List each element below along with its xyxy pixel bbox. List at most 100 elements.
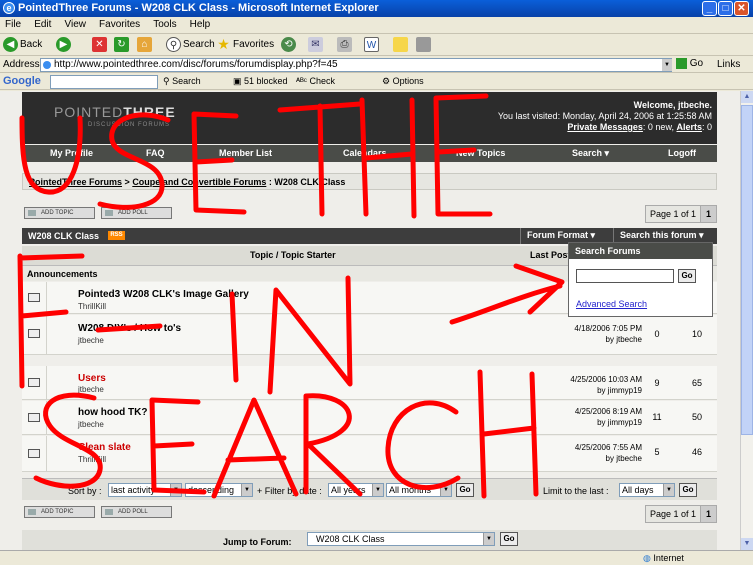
back-button[interactable]: ◀ Back — [3, 36, 42, 54]
messenger-button[interactable] — [416, 36, 433, 54]
menu-tools[interactable]: Tools — [148, 17, 181, 32]
filter-by-date-label: + Filter by date : — [257, 486, 322, 496]
advanced-search-link[interactable]: Advanced Search — [576, 299, 647, 309]
nav-calendars[interactable]: Calendars — [343, 148, 387, 158]
topic-title[interactable]: Pointed3 W208 CLK's Image Gallery — [78, 289, 249, 300]
reply-count[interactable]: 11 — [646, 412, 668, 422]
reply-count[interactable]: 5 — [646, 447, 668, 457]
globe-icon: ◍ — [643, 553, 654, 563]
page-1-button[interactable]: 1 — [700, 506, 717, 522]
topic-starter[interactable]: jtbeche — [78, 336, 104, 345]
site-logo[interactable]: POINTEDTHREE — [54, 104, 176, 120]
discuss-button[interactable] — [393, 36, 410, 54]
links-button[interactable]: Links — [717, 59, 740, 70]
address-input[interactable]: http://www.pointedthree.com/disc/forums/… — [40, 58, 672, 72]
vertical-scrollbar[interactable]: ▲ ▼ — [740, 91, 753, 550]
topic-starter[interactable]: ThrillKill — [78, 302, 106, 311]
topic-starter[interactable]: jtbeche — [78, 420, 104, 429]
table-row[interactable]: how hood TK? jtbeche 4/25/2006 8:19 AM by… — [22, 401, 717, 435]
mail-icon: ✉ — [308, 36, 323, 52]
google-toolbar: Google ⚲ Search ▣ 51 blocked ᴬᴮᶜ Check ⚙… — [0, 74, 753, 90]
alerts-link[interactable]: Alerts — [676, 122, 702, 132]
topic-starter[interactable]: jtbeche — [78, 385, 104, 394]
table-row[interactable]: Clean slate ThrillKill 4/25/2006 7:55 AM… — [22, 436, 717, 472]
days-filter-select[interactable]: All days ▼ — [619, 483, 675, 497]
nav-my-profile[interactable]: My Profile — [50, 148, 93, 158]
month-filter-select[interactable]: All months ▼ — [386, 483, 452, 497]
popup-blocker-button[interactable]: ▣ 51 blocked — [233, 76, 288, 87]
nav-member-list[interactable]: Member List — [219, 148, 272, 158]
refresh-icon: ↻ — [114, 36, 129, 52]
chevron-down-icon: ▼ — [440, 484, 451, 496]
scroll-thumb[interactable] — [741, 105, 753, 435]
menu-help[interactable]: Help — [185, 17, 216, 32]
rss-icon[interactable]: RSS — [108, 231, 125, 240]
edit-button[interactable]: W — [364, 36, 381, 54]
breadcrumb-current: : W208 CLK Class — [268, 177, 346, 187]
sort-field-select[interactable]: last activity ▼ — [108, 483, 182, 497]
add-poll-button[interactable]: ADD POLL — [101, 207, 172, 219]
add-poll-button-bottom[interactable]: ADD POLL — [101, 506, 172, 518]
refresh-button[interactable]: ↻ — [114, 36, 131, 54]
topic-starter[interactable]: ThrillKill — [78, 455, 106, 464]
topic-title[interactable]: Users — [78, 373, 106, 384]
topic-title[interactable]: Clean slate — [78, 442, 131, 453]
nav-search[interactable]: Search ▾ — [572, 148, 609, 159]
google-search-input[interactable] — [50, 75, 158, 89]
table-row[interactable]: W208 DIY's / How to's jtbeche 4/18/2006 … — [22, 315, 717, 355]
reply-count[interactable]: 0 — [646, 329, 668, 339]
view-count: 10 — [691, 329, 702, 339]
year-filter-select[interactable]: All years ▼ — [328, 483, 384, 497]
favorites-button[interactable]: ★ Favorites — [216, 36, 274, 54]
breadcrumb-category[interactable]: Coupe and Convertible Forums — [132, 177, 266, 187]
forward-button[interactable]: ▶ — [56, 36, 73, 54]
go-arrow-icon — [676, 58, 687, 69]
mail-button[interactable]: ✉ — [308, 36, 325, 54]
search-button[interactable]: ⚲ Search — [166, 36, 215, 54]
page-1-button[interactable]: 1 — [700, 206, 717, 222]
nav-new-topics[interactable]: New Topics — [456, 148, 505, 158]
forum-search-input[interactable] — [576, 269, 674, 283]
menu-file[interactable]: File — [0, 17, 26, 32]
menu-edit[interactable]: Edit — [29, 17, 56, 32]
jump-go-button[interactable]: Go — [500, 532, 518, 546]
stop-button[interactable]: ✕ — [92, 36, 109, 54]
sort-order-select[interactable]: descending ▼ — [185, 483, 253, 497]
add-topic-button[interactable]: ADD TOPIC — [24, 207, 95, 219]
jump-label: Jump to Forum: — [223, 537, 292, 547]
nav-faq[interactable]: FAQ — [146, 148, 165, 158]
column-last-post[interactable]: Last Post — [530, 250, 571, 260]
google-options-button[interactable]: ⚙ Options — [382, 76, 424, 87]
google-logo[interactable]: Google — [3, 75, 41, 87]
spell-check-button[interactable]: ᴬᴮᶜ Check — [296, 76, 335, 86]
home-button[interactable]: ⌂ — [137, 36, 154, 54]
menu-favorites[interactable]: Favorites — [94, 17, 145, 32]
print-button[interactable]: ⎙ — [337, 36, 354, 54]
word-icon: W — [364, 36, 379, 52]
menu-bar: File Edit View Favorites Tools Help — [0, 17, 753, 34]
jump-forum-select[interactable]: W208 CLK Class ▼ — [307, 532, 495, 546]
breadcrumb-root[interactable]: PointedThree Forums — [29, 177, 122, 187]
limit-go-button[interactable]: Go — [679, 483, 697, 497]
menu-view[interactable]: View — [59, 17, 91, 32]
scroll-up-icon[interactable]: ▲ — [741, 91, 753, 103]
topic-title[interactable]: W208 DIY's / How to's — [78, 323, 181, 334]
forum-search-go-button[interactable]: Go — [678, 269, 696, 283]
column-topic[interactable]: Topic / Topic Starter — [250, 250, 336, 260]
close-button[interactable]: ✕ — [734, 1, 749, 16]
reply-count[interactable]: 9 — [646, 378, 668, 388]
address-dropdown-icon[interactable]: ▼ — [662, 59, 672, 71]
history-button[interactable]: ⟲ — [281, 36, 298, 54]
maximize-button[interactable]: □ — [718, 1, 733, 16]
go-button[interactable]: Go — [676, 58, 703, 69]
table-row[interactable]: Users jtbeche 4/25/2006 10:03 AM by jimmy… — [22, 366, 717, 400]
scroll-down-icon[interactable]: ▼ — [741, 538, 753, 550]
nav-logoff[interactable]: Logoff — [668, 148, 696, 158]
sort-go-button[interactable]: Go — [456, 483, 474, 497]
google-search-button[interactable]: ⚲ Search — [163, 76, 201, 87]
topic-title[interactable]: how hood TK? — [78, 407, 147, 418]
private-messages-link[interactable]: Private Messages — [567, 122, 643, 132]
minimize-button[interactable]: _ — [702, 1, 717, 16]
welcome-box: Welcome, jtbeche. You last visited: Mond… — [497, 100, 712, 132]
add-topic-button-bottom[interactable]: ADD TOPIC — [24, 506, 95, 518]
